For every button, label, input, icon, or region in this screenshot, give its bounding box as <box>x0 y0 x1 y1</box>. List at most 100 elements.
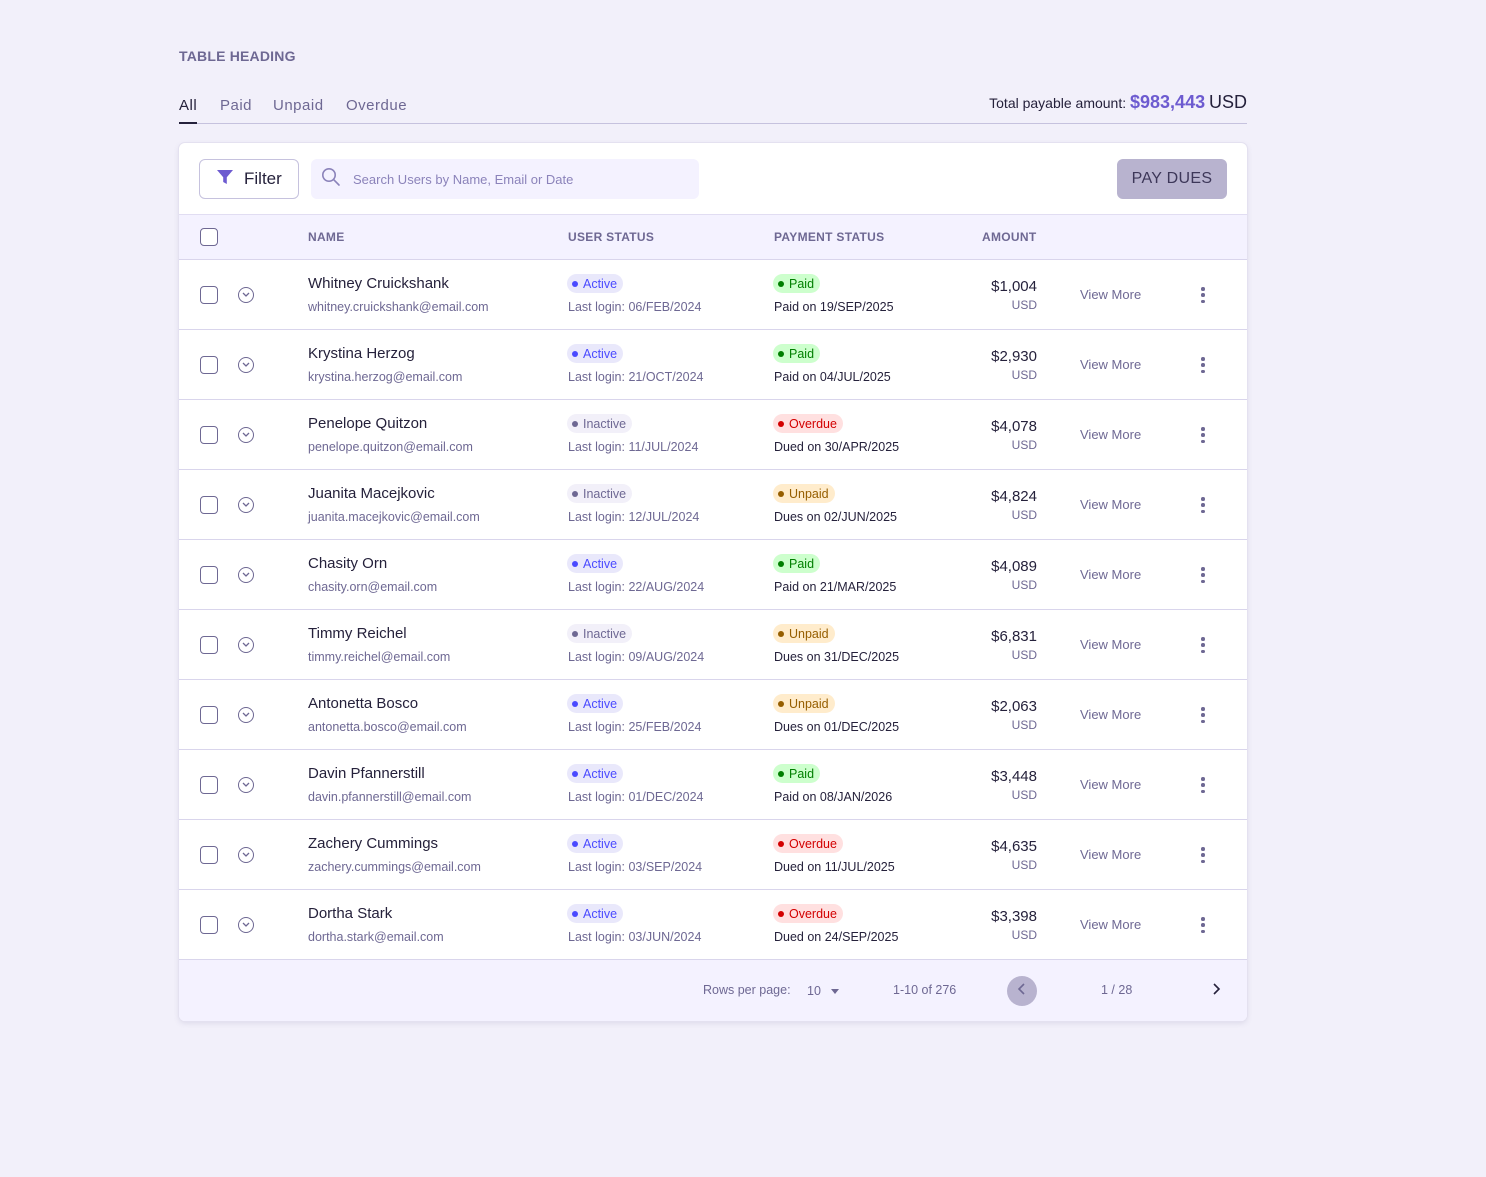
user-status-badge: Active <box>567 274 624 293</box>
pay-dues-button[interactable]: PAY DUES <box>1117 159 1227 199</box>
user-status-label: Active <box>583 556 618 571</box>
status-dot-icon <box>778 700 784 707</box>
user-name: Zachery Cummings <box>308 835 439 852</box>
row-checkbox[interactable] <box>200 426 218 444</box>
payment-status-label: Unpaid <box>789 626 829 641</box>
rows-per-page-select[interactable]: 10 <box>807 981 839 998</box>
page-indicator: 1 / 28 <box>1101 983 1133 997</box>
more-options-icon[interactable] <box>1196 284 1210 306</box>
expand-row-button[interactable] <box>238 917 254 933</box>
chevron-down-icon <box>242 362 250 367</box>
payment-status-badge: Unpaid <box>773 624 835 643</box>
table-row: Penelope Quitzon penelope.quitzon@email.c… <box>179 400 1247 470</box>
amount-cell: $1,004 USD <box>991 278 1037 312</box>
view-more-link[interactable]: View More <box>1080 777 1141 792</box>
amount-cell: $2,930 USD <box>991 348 1037 382</box>
last-login: Last login: 06/FEB/2024 <box>568 300 702 314</box>
view-more-link[interactable]: View More <box>1080 917 1141 932</box>
user-status-badge: Active <box>567 834 624 853</box>
chevron-down-icon <box>242 852 250 857</box>
expand-row-button[interactable] <box>238 357 254 373</box>
payment-status-badge: Paid <box>773 274 821 293</box>
user-name: Whitney Cruickshank <box>308 275 449 292</box>
amount-currency: USD <box>1011 578 1037 592</box>
next-page-button[interactable] <box>1201 976 1231 1006</box>
row-checkbox[interactable] <box>200 566 218 584</box>
expand-row-button[interactable] <box>238 637 254 653</box>
status-dot-icon <box>572 420 578 427</box>
status-dot-icon <box>572 840 578 847</box>
view-more-link[interactable]: View More <box>1080 707 1141 722</box>
status-dot-icon <box>572 350 578 357</box>
row-checkbox[interactable] <box>200 356 218 374</box>
expand-row-button[interactable] <box>238 777 254 793</box>
view-more-link[interactable]: View More <box>1080 637 1141 652</box>
more-options-icon[interactable] <box>1196 774 1210 796</box>
amount-cell: $2,063 USD <box>991 698 1037 732</box>
expand-row-button[interactable] <box>238 847 254 863</box>
select-all-checkbox[interactable] <box>200 228 218 246</box>
last-login: Last login: 25/FEB/2024 <box>568 720 702 734</box>
payment-status-label: Overdue <box>789 416 837 431</box>
row-checkbox[interactable] <box>200 776 218 794</box>
last-login: Last login: 01/DEC/2024 <box>568 790 704 804</box>
row-checkbox[interactable] <box>200 496 218 514</box>
view-more-link[interactable]: View More <box>1080 847 1141 862</box>
user-status-label: Active <box>583 766 618 781</box>
amount-currency: USD <box>1011 508 1037 522</box>
status-dot-icon <box>778 420 784 427</box>
more-options-icon[interactable] <box>1196 914 1210 936</box>
amount-cell: $4,824 USD <box>991 488 1037 522</box>
tab-overdue[interactable]: Overdue <box>346 97 407 122</box>
table-row: Timmy Reichel timmy.reichel@email.com Inac… <box>179 610 1247 680</box>
payment-status-badge: Unpaid <box>773 694 835 713</box>
payment-note: Paid on 21/MAR/2025 <box>774 580 897 594</box>
more-options-icon[interactable] <box>1196 564 1210 586</box>
payment-note: Paid on 04/JUL/2025 <box>774 370 891 384</box>
more-options-icon[interactable] <box>1196 844 1210 866</box>
table-row: Whitney Cruickshank whitney.cruickshank@e… <box>179 260 1247 330</box>
more-options-icon[interactable] <box>1196 494 1210 516</box>
table-row: Chasity Orn chasity.orn@email.com Active La… <box>179 540 1247 610</box>
more-options-icon[interactable] <box>1196 354 1210 376</box>
view-more-link[interactable]: View More <box>1080 357 1141 372</box>
tab-all[interactable]: All <box>179 97 198 124</box>
filter-label: Filter <box>244 169 282 188</box>
chevron-down-icon <box>242 572 250 577</box>
column-header-amount: AMOUNT <box>982 230 1037 244</box>
search-icon <box>321 167 341 192</box>
view-more-link[interactable]: View More <box>1080 427 1141 442</box>
table-row: Krystina Herzog krystina.herzog@email.com… <box>179 330 1247 400</box>
status-dot-icon <box>778 630 784 637</box>
search-input[interactable] <box>353 171 673 187</box>
view-more-link[interactable]: View More <box>1080 567 1141 582</box>
row-checkbox[interactable] <box>200 846 218 864</box>
expand-row-button[interactable] <box>238 427 254 443</box>
more-options-icon[interactable] <box>1196 634 1210 656</box>
chevron-down-icon <box>242 712 250 717</box>
table-row: Juanita Macejkovic juanita.macejkovic@ema… <box>179 470 1247 540</box>
last-login: Last login: 09/AUG/2024 <box>568 650 705 664</box>
tab-paid[interactable]: Paid <box>220 97 252 122</box>
row-checkbox[interactable] <box>200 636 218 654</box>
expand-row-button[interactable] <box>238 287 254 303</box>
filter-button[interactable]: Filter <box>199 159 299 199</box>
row-checkbox[interactable] <box>200 916 218 934</box>
expand-row-button[interactable] <box>238 567 254 583</box>
previous-page-button[interactable] <box>1007 976 1037 1006</box>
amount-value: $6,831 <box>991 628 1037 645</box>
status-dot-icon <box>778 350 784 357</box>
row-checkbox[interactable] <box>200 706 218 724</box>
view-more-link[interactable]: View More <box>1080 287 1141 302</box>
amount-currency: USD <box>1011 858 1037 872</box>
more-options-icon[interactable] <box>1196 424 1210 446</box>
expand-row-button[interactable] <box>238 707 254 723</box>
amount-currency: USD <box>1011 928 1037 942</box>
tab-unpaid[interactable]: Unpaid <box>273 97 324 122</box>
view-more-link[interactable]: View More <box>1080 497 1141 512</box>
expand-row-button[interactable] <box>238 497 254 513</box>
row-checkbox[interactable] <box>200 286 218 304</box>
more-options-icon[interactable] <box>1196 704 1210 726</box>
total-amount: $983,443 <box>1130 92 1206 112</box>
amount-currency: USD <box>1011 368 1037 382</box>
